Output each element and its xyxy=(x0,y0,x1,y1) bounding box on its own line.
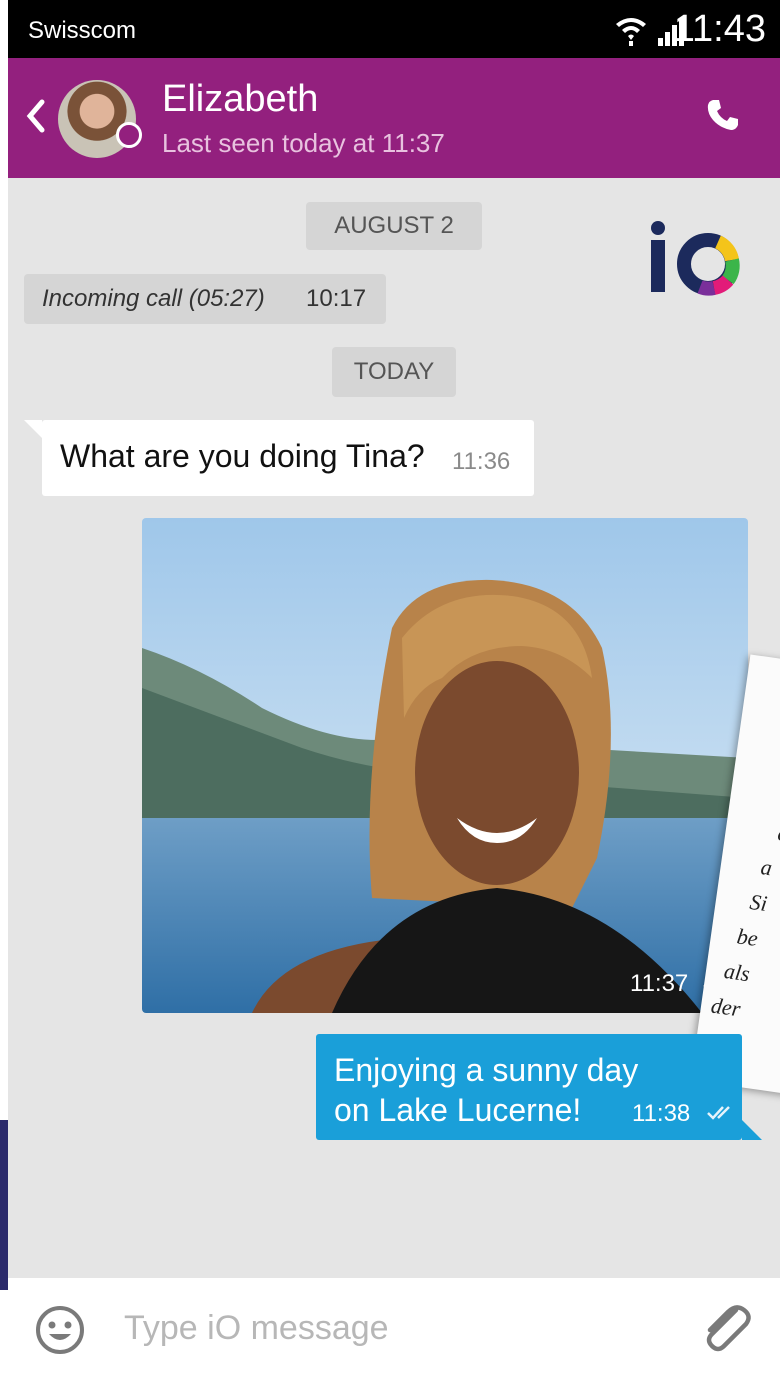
carrier-name: Swisscom xyxy=(28,17,137,44)
emoji-icon xyxy=(36,1306,84,1354)
call-log-entry[interactable]: Incoming call (05:27) 10:17 xyxy=(24,274,386,324)
io-status-icon xyxy=(116,122,142,148)
note-fragment: e xyxy=(776,820,780,847)
status-bar: Swisscom 11:43 xyxy=(8,0,780,58)
message-bubble-incoming[interactable]: What are you doing Tina? 11:36 xyxy=(24,420,534,496)
chat-header: Elizabeth Last seen today at 11:37 xyxy=(8,58,780,178)
io-logo xyxy=(648,220,742,301)
wifi-icon xyxy=(616,18,646,46)
date-chip: AUGUST 2 xyxy=(306,202,482,250)
note-fragment: der xyxy=(709,992,743,1022)
chevron-left-icon xyxy=(26,99,45,133)
message-composer xyxy=(8,1278,780,1376)
message-text-line: on Lake Lucerne! xyxy=(334,1092,582,1128)
call-log-label: Incoming call (05:27) xyxy=(42,285,265,312)
note-fragment: a xyxy=(759,854,774,881)
note-fragment: be xyxy=(735,923,760,952)
message-time: 11:37 xyxy=(630,970,689,997)
note-fragment: Si xyxy=(748,888,769,917)
message-time: 11:38 xyxy=(632,1100,691,1127)
emoji-button[interactable] xyxy=(34,1304,86,1361)
image-message[interactable]: 11:37 xyxy=(142,518,748,1013)
back-button[interactable] xyxy=(24,98,46,143)
message-text-line: Enjoying a sunny day xyxy=(334,1052,639,1088)
note-fragment: als xyxy=(722,957,752,987)
contact-name[interactable]: Elizabeth xyxy=(162,78,318,121)
message-input[interactable] xyxy=(122,1302,686,1354)
double-check-icon xyxy=(706,1104,736,1127)
call-button[interactable] xyxy=(706,98,740,137)
message-text: What are you doing Tina? xyxy=(60,438,425,474)
phone-icon xyxy=(707,100,738,130)
attach-button[interactable] xyxy=(698,1300,754,1361)
message-time: 11:36 xyxy=(452,448,511,475)
last-seen-status: Last seen today at 11:37 xyxy=(162,128,445,158)
paperclip-icon xyxy=(706,1305,751,1352)
lake-selfie-photo xyxy=(142,518,748,1013)
message-bubble-outgoing[interactable]: Enjoying a sunny day on Lake Lucerne! 11… xyxy=(316,1034,762,1140)
status-clock: 11:43 xyxy=(673,8,766,50)
background-strip xyxy=(0,0,8,1376)
date-chip: TODAY xyxy=(332,347,456,397)
phone-screen: Swisscom 11:43 Elizabeth Last seen today… xyxy=(8,0,780,1376)
call-log-time: 10:17 xyxy=(306,285,367,312)
